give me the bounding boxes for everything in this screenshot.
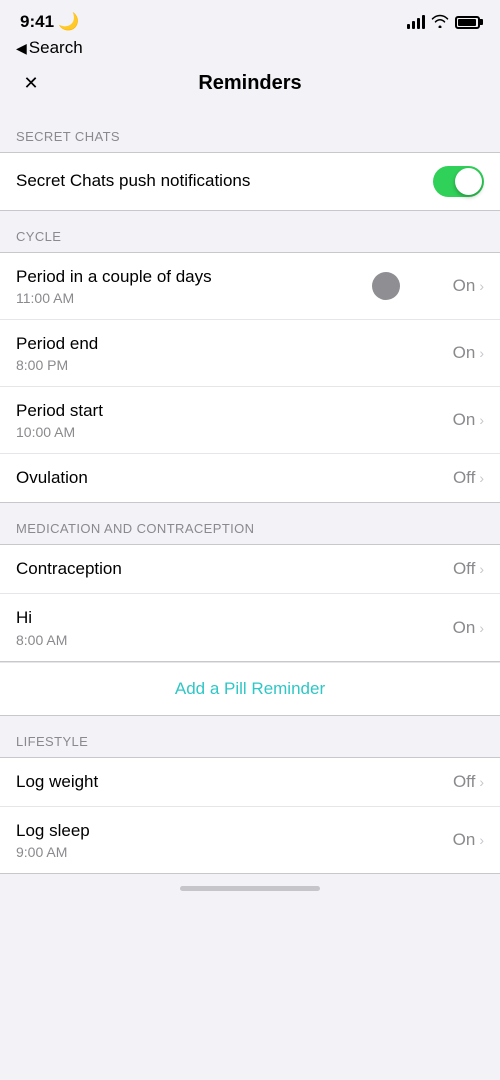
close-button[interactable]: ✕ bbox=[16, 69, 46, 99]
secret-chats-label: SECRET CHATS bbox=[0, 111, 500, 152]
battery-icon bbox=[455, 16, 480, 29]
contraception-left: Contraception bbox=[16, 558, 453, 580]
hi-right: On › bbox=[453, 618, 484, 638]
log-sleep-time: 9:00 AM bbox=[16, 844, 453, 860]
signal-bars bbox=[407, 15, 425, 29]
back-link[interactable]: ◀ Search bbox=[16, 38, 484, 58]
signal-bar-1 bbox=[407, 24, 410, 29]
log-weight-title: Log weight bbox=[16, 771, 453, 793]
medication-section: MEDICATION AND CONTRACEPTION Contracepti… bbox=[0, 503, 500, 715]
home-indicator bbox=[0, 874, 500, 899]
ovulation-left: Ovulation bbox=[16, 467, 453, 489]
hi-row[interactable]: Hi 8:00 AM On › bbox=[0, 594, 500, 660]
period-start-right: On › bbox=[453, 410, 484, 430]
ovulation-row[interactable]: Ovulation Off › bbox=[0, 454, 500, 502]
contraception-title: Contraception bbox=[16, 558, 453, 580]
lifestyle-card: Log weight Off › Log sleep 9:00 AM On › bbox=[0, 757, 500, 874]
log-weight-row[interactable]: Log weight Off › bbox=[0, 758, 500, 807]
secret-chats-section: SECRET CHATS Secret Chats push notificat… bbox=[0, 111, 500, 211]
secret-chats-card: Secret Chats push notifications bbox=[0, 152, 500, 211]
period-couple-days-value: On bbox=[453, 276, 476, 296]
add-pill-reminder-button[interactable]: Add a Pill Reminder bbox=[0, 662, 500, 716]
contraception-value: Off bbox=[453, 559, 475, 579]
secret-chats-row[interactable]: Secret Chats push notifications bbox=[0, 153, 500, 210]
status-icons bbox=[407, 14, 480, 31]
medication-card: Contraception Off › Hi 8:00 AM On › bbox=[0, 544, 500, 661]
chevron-right-icon-2: › bbox=[479, 345, 484, 361]
secret-chats-row-left: Secret Chats push notifications bbox=[16, 170, 433, 192]
contraception-right: Off › bbox=[453, 559, 484, 579]
chevron-right-icon-3: › bbox=[479, 412, 484, 428]
chevron-right-icon-7: › bbox=[479, 774, 484, 790]
page-title: Reminders bbox=[198, 72, 301, 95]
time-text: 9:41 bbox=[20, 12, 54, 32]
ovulation-value: Off bbox=[453, 468, 475, 488]
period-end-value: On bbox=[453, 343, 476, 363]
period-start-time: 10:00 AM bbox=[16, 424, 453, 440]
back-label: Search bbox=[29, 38, 83, 58]
grey-dot-indicator bbox=[372, 272, 400, 300]
cycle-section: CYCLE Period in a couple of days 11:00 A… bbox=[0, 211, 500, 503]
signal-bar-4 bbox=[422, 15, 425, 29]
page-header: ✕ Reminders bbox=[0, 64, 500, 111]
chevron-right-icon-8: › bbox=[479, 832, 484, 848]
chevron-right-icon: › bbox=[479, 278, 484, 294]
signal-bar-2 bbox=[412, 21, 415, 29]
contraception-row[interactable]: Contraception Off › bbox=[0, 545, 500, 594]
back-nav[interactable]: ◀ Search bbox=[0, 36, 500, 64]
log-sleep-left: Log sleep 9:00 AM bbox=[16, 820, 453, 860]
hi-value: On bbox=[453, 618, 476, 638]
cycle-card: Period in a couple of days 11:00 AM On ›… bbox=[0, 252, 500, 503]
period-end-left: Period end 8:00 PM bbox=[16, 333, 453, 373]
period-end-row[interactable]: Period end 8:00 PM On › bbox=[0, 320, 500, 387]
log-weight-value: Off bbox=[453, 772, 475, 792]
chevron-right-icon-4: › bbox=[479, 470, 484, 486]
period-end-time: 8:00 PM bbox=[16, 357, 453, 373]
toggle-knob bbox=[455, 168, 482, 195]
period-couple-days-row[interactable]: Period in a couple of days 11:00 AM On › bbox=[0, 253, 500, 320]
log-weight-right: Off › bbox=[453, 772, 484, 792]
period-start-value: On bbox=[453, 410, 476, 430]
secret-chats-toggle-wrapper[interactable] bbox=[433, 166, 484, 197]
period-end-title: Period end bbox=[16, 333, 453, 355]
medication-label: MEDICATION AND CONTRACEPTION bbox=[0, 503, 500, 544]
status-bar: 9:41 🌙 bbox=[0, 0, 500, 36]
log-sleep-row[interactable]: Log sleep 9:00 AM On › bbox=[0, 807, 500, 873]
secret-chats-toggle[interactable] bbox=[433, 166, 484, 197]
log-weight-left: Log weight bbox=[16, 771, 453, 793]
back-chevron-icon: ◀ bbox=[16, 40, 27, 57]
log-sleep-right: On › bbox=[453, 830, 484, 850]
ovulation-right: Off › bbox=[453, 468, 484, 488]
chevron-right-icon-6: › bbox=[479, 620, 484, 636]
period-couple-days-right: On › bbox=[453, 276, 484, 296]
period-end-right: On › bbox=[453, 343, 484, 363]
period-start-title: Period start bbox=[16, 400, 453, 422]
cycle-label: CYCLE bbox=[0, 211, 500, 252]
secret-chats-title: Secret Chats push notifications bbox=[16, 170, 433, 192]
chevron-right-icon-5: › bbox=[479, 561, 484, 577]
wifi-icon bbox=[431, 14, 449, 31]
hi-time: 8:00 AM bbox=[16, 632, 453, 648]
add-pill-label: Add a Pill Reminder bbox=[175, 679, 325, 699]
log-sleep-title: Log sleep bbox=[16, 820, 453, 842]
ovulation-title: Ovulation bbox=[16, 467, 453, 489]
period-start-left: Period start 10:00 AM bbox=[16, 400, 453, 440]
signal-bar-3 bbox=[417, 18, 420, 29]
period-start-row[interactable]: Period start 10:00 AM On › bbox=[0, 387, 500, 454]
hi-title: Hi bbox=[16, 607, 453, 629]
lifestyle-section: LIFESTYLE Log weight Off › Log sleep 9:0… bbox=[0, 716, 500, 874]
moon-icon: 🌙 bbox=[58, 12, 79, 32]
hi-left: Hi 8:00 AM bbox=[16, 607, 453, 647]
lifestyle-label: LIFESTYLE bbox=[0, 716, 500, 757]
status-time: 9:41 🌙 bbox=[20, 12, 79, 32]
log-sleep-value: On bbox=[453, 830, 476, 850]
home-bar bbox=[180, 886, 320, 891]
